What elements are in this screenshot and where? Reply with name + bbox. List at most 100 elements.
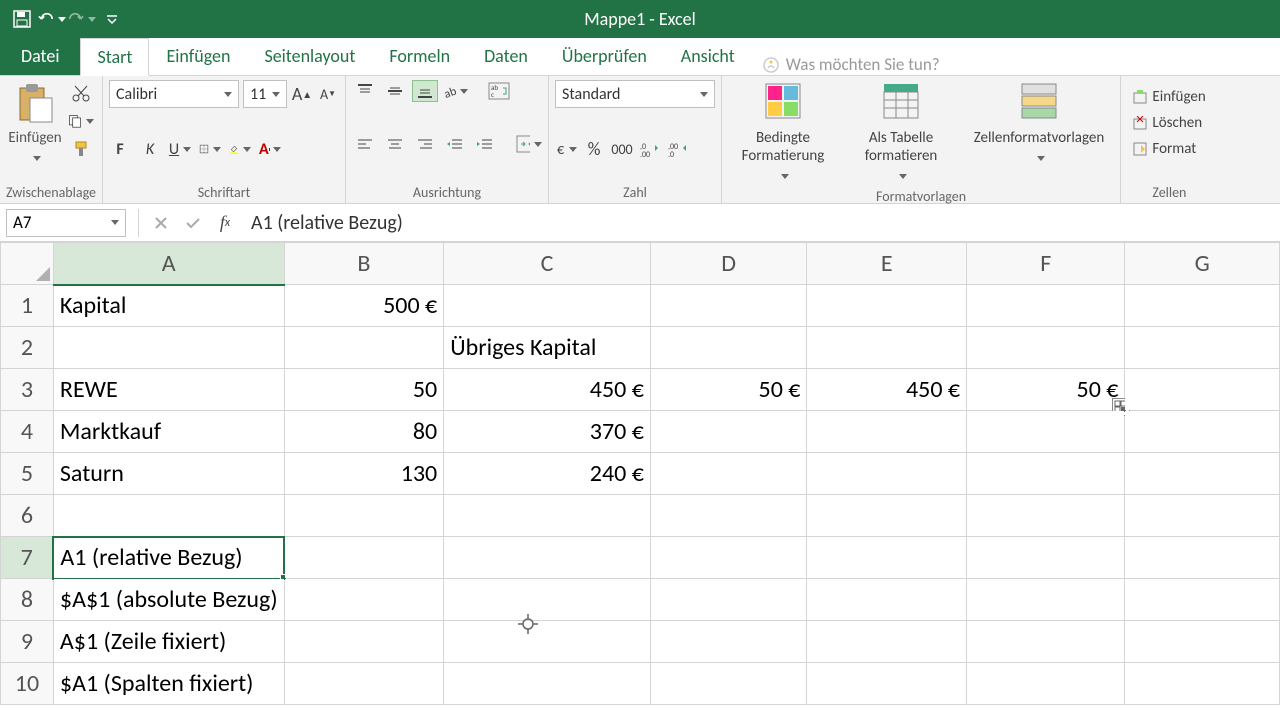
cell-A3[interactable]: REWE — [53, 369, 284, 411]
column-header-C[interactable]: C — [444, 243, 651, 285]
tab-home[interactable]: Start — [80, 38, 149, 76]
name-box[interactable]: A7 — [6, 209, 126, 237]
cell-G8[interactable] — [1125, 579, 1280, 621]
cell-D1[interactable] — [650, 285, 807, 327]
cell-F5[interactable] — [967, 453, 1125, 495]
cell-F4[interactable] — [967, 411, 1125, 453]
cell-A5[interactable]: Saturn — [53, 453, 284, 495]
tab-page-layout[interactable]: Seitenlayout — [247, 37, 372, 75]
cancel-formula-button[interactable] — [145, 209, 177, 237]
conditional-formatting-button[interactable]: Bedingte Formatierung — [728, 80, 838, 186]
cell-F1[interactable] — [967, 285, 1125, 327]
column-header-D[interactable]: D — [650, 243, 807, 285]
cell-G10[interactable] — [1125, 663, 1280, 705]
cell-C2[interactable]: Übriges Kapital — [444, 327, 651, 369]
cell-G7[interactable] — [1125, 537, 1280, 579]
cell-A6[interactable] — [53, 495, 284, 537]
cell-C4[interactable]: 370 € — [444, 411, 651, 453]
column-header-E[interactable]: E — [807, 243, 967, 285]
decrease-decimal-button[interactable]: ,00,0 — [667, 137, 689, 161]
merge-center-button[interactable] — [516, 133, 542, 155]
tab-review[interactable]: Überprüfen — [545, 37, 664, 75]
cell-E6[interactable] — [807, 495, 967, 537]
fill-color-button[interactable] — [229, 137, 251, 161]
format-as-table-button[interactable]: Als Tabelle formatieren — [846, 80, 956, 186]
cell-B6[interactable] — [284, 495, 444, 537]
row-header-1[interactable]: 1 — [1, 285, 54, 327]
row-header-2[interactable]: 2 — [1, 327, 54, 369]
cell-F3[interactable]: 50 € — [967, 369, 1125, 411]
copy-button[interactable] — [68, 108, 94, 134]
cell-D10[interactable] — [650, 663, 807, 705]
cell-B7[interactable] — [284, 537, 444, 579]
bold-button[interactable]: F — [109, 137, 131, 161]
cell-C10[interactable] — [444, 663, 651, 705]
cell-C1[interactable] — [444, 285, 651, 327]
cell-E8[interactable] — [807, 579, 967, 621]
cell-C3[interactable]: 450 € — [444, 369, 651, 411]
increase-font-button[interactable]: A▲ — [291, 82, 313, 106]
align-middle-button[interactable] — [382, 80, 408, 102]
cell-C6[interactable] — [444, 495, 651, 537]
cell-G1[interactable] — [1125, 285, 1280, 327]
cell-A7[interactable]: A1 (relative Bezug) — [53, 537, 284, 579]
cell-B4[interactable]: 80 — [284, 411, 444, 453]
row-header-8[interactable]: 8 — [1, 579, 54, 621]
cell-D3[interactable]: 50 € — [650, 369, 807, 411]
save-button[interactable] — [8, 5, 36, 33]
row-header-7[interactable]: 7 — [1, 537, 54, 579]
cell-G4[interactable] — [1125, 411, 1280, 453]
cell-A4[interactable]: Marktkauf — [53, 411, 284, 453]
insert-cells-button[interactable]: Einfügen — [1131, 84, 1208, 110]
cell-A8[interactable]: $A$1 (absolute Bezug) — [53, 579, 284, 621]
cell-E1[interactable] — [807, 285, 967, 327]
cell-F7[interactable] — [967, 537, 1125, 579]
cell-E5[interactable] — [807, 453, 967, 495]
row-header-5[interactable]: 5 — [1, 453, 54, 495]
orientation-button[interactable]: ab — [442, 80, 468, 102]
cell-D6[interactable] — [650, 495, 807, 537]
redo-button[interactable] — [68, 5, 96, 33]
column-header-A[interactable]: A — [53, 243, 284, 285]
cell-F10[interactable] — [967, 663, 1125, 705]
cell-E3[interactable]: 450 € — [807, 369, 967, 411]
comma-style-button[interactable]: 000 — [611, 137, 633, 161]
cell-D9[interactable] — [650, 621, 807, 663]
align-right-button[interactable] — [412, 133, 438, 155]
tell-me-search[interactable]: Was möchten Sie tun? — [752, 54, 1280, 75]
cell-A9[interactable]: A$1 (Zeile fixiert) — [53, 621, 284, 663]
cell-D7[interactable] — [650, 537, 807, 579]
decrease-font-button[interactable]: A▼ — [317, 82, 339, 106]
select-all-corner[interactable] — [1, 243, 54, 285]
cell-F2[interactable] — [967, 327, 1125, 369]
format-cells-button[interactable]: Format — [1131, 136, 1208, 162]
align-bottom-button[interactable] — [412, 80, 438, 102]
cell-C5[interactable]: 240 € — [444, 453, 651, 495]
cell-B8[interactable] — [284, 579, 444, 621]
tab-data[interactable]: Daten — [467, 37, 545, 75]
row-header-4[interactable]: 4 — [1, 411, 54, 453]
column-header-G[interactable]: G — [1125, 243, 1280, 285]
cell-D2[interactable] — [650, 327, 807, 369]
increase-indent-button[interactable] — [472, 133, 498, 155]
align-top-button[interactable] — [352, 80, 378, 102]
paste-button[interactable]: Einfügen — [6, 80, 64, 166]
cell-E9[interactable] — [807, 621, 967, 663]
underline-button[interactable]: U — [169, 137, 191, 161]
cell-C9[interactable] — [444, 621, 651, 663]
tab-view[interactable]: Ansicht — [664, 37, 752, 75]
delete-cells-button[interactable]: Löschen — [1131, 110, 1208, 136]
cell-G6[interactable] — [1125, 495, 1280, 537]
cell-D4[interactable] — [650, 411, 807, 453]
formula-input[interactable]: A1 (relative Bezug) — [241, 211, 1280, 235]
increase-decimal-button[interactable]: ,0,00 — [639, 137, 661, 161]
cell-G9[interactable] — [1125, 621, 1280, 663]
cell-B3[interactable]: 50 — [284, 369, 444, 411]
cell-C8[interactable] — [444, 579, 651, 621]
align-left-button[interactable] — [352, 133, 378, 155]
cell-C7[interactable] — [444, 537, 651, 579]
cell-G5[interactable] — [1125, 453, 1280, 495]
wrap-text-button[interactable]: abc — [486, 80, 512, 102]
align-center-button[interactable] — [382, 133, 408, 155]
cell-D8[interactable] — [650, 579, 807, 621]
